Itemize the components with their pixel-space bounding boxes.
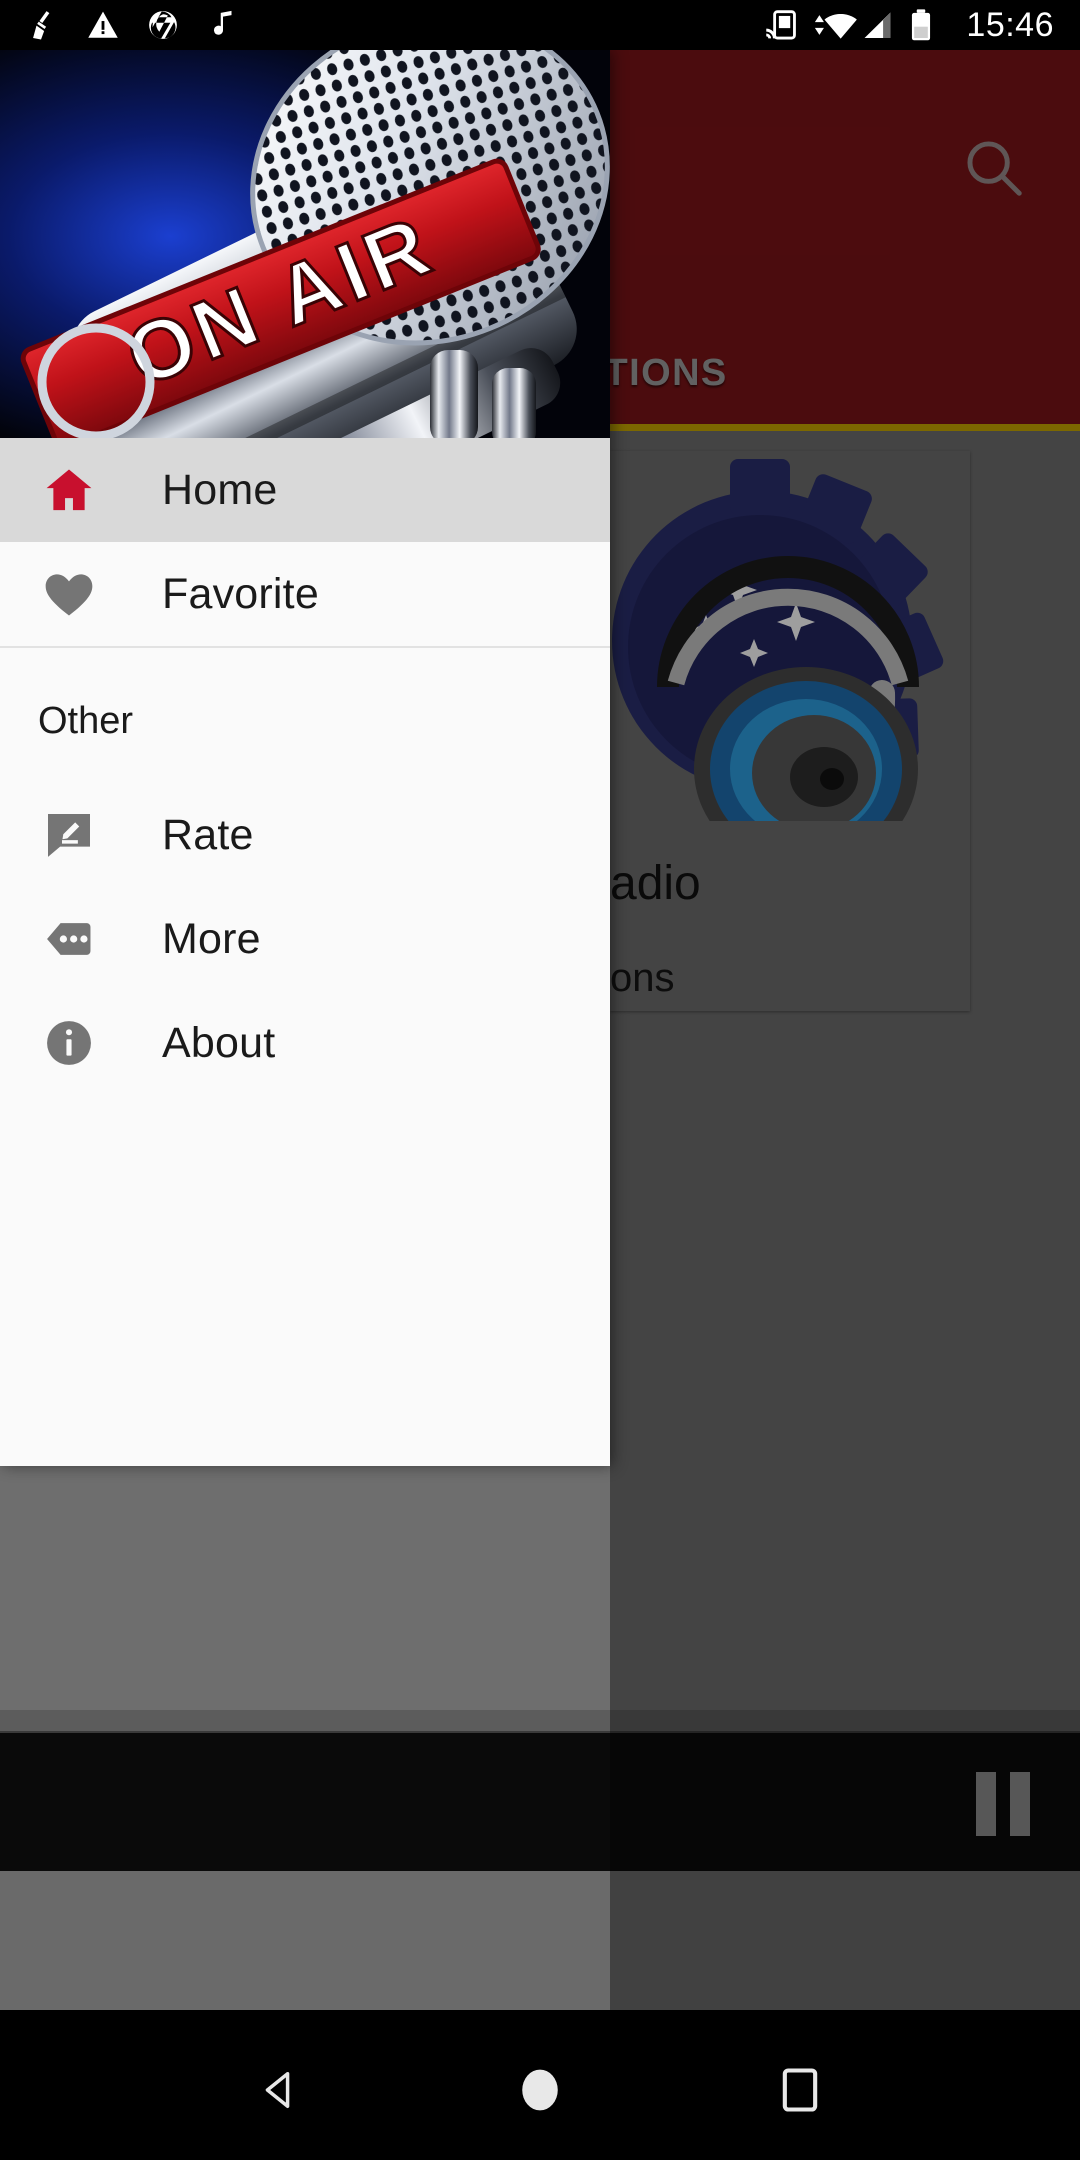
sidebar-item-about[interactable]: About [0,991,610,1095]
status-bar: 15:46 [0,0,1080,50]
heart-icon [38,563,100,625]
sidebar-item-more-label: More [162,914,261,963]
status-bar-right-icons: 15:46 [764,6,1054,45]
drawer-header-image: ON AIR [0,50,610,438]
wifi-icon [812,8,858,42]
battery-icon [908,8,942,42]
navigation-drawer: ON AIR Home Favorite Other Rate More Abo… [0,50,610,1466]
drawer-nav-list: Home Favorite Other Rate More About [0,438,610,1095]
sidebar-item-favorite-label: Favorite [162,569,319,618]
status-bar-clock: 15:46 [966,5,1054,44]
home-circle-icon[interactable] [505,2055,575,2125]
warning-triangle-icon [86,8,120,42]
sidebar-item-favorite[interactable]: Favorite [0,542,610,646]
sidebar-item-more[interactable]: More [0,887,610,991]
broom-icon [26,8,60,42]
drawer-scrim[interactable] [610,50,1080,2010]
signal-icon [860,8,894,42]
recents-square-icon[interactable] [765,2055,835,2125]
camera-aperture-icon [146,8,180,42]
more-tag-icon [38,908,100,970]
sidebar-item-home[interactable]: Home [0,438,610,542]
music-note-icon [206,8,240,42]
system-nav-bar [0,2020,1080,2160]
sidebar-item-rate-label: Rate [162,810,254,859]
cast-icon [764,8,798,42]
status-bar-left-icons [26,8,240,42]
back-triangle-icon[interactable] [245,2055,315,2125]
sidebar-item-home-label: Home [162,465,278,514]
rate-review-icon [38,804,100,866]
drawer-section-title: Other [38,700,134,742]
sidebar-item-about-label: About [162,1018,276,1067]
sidebar-item-rate[interactable]: Rate [0,783,610,887]
home-icon [38,459,100,521]
info-circle-icon [38,1012,100,1074]
